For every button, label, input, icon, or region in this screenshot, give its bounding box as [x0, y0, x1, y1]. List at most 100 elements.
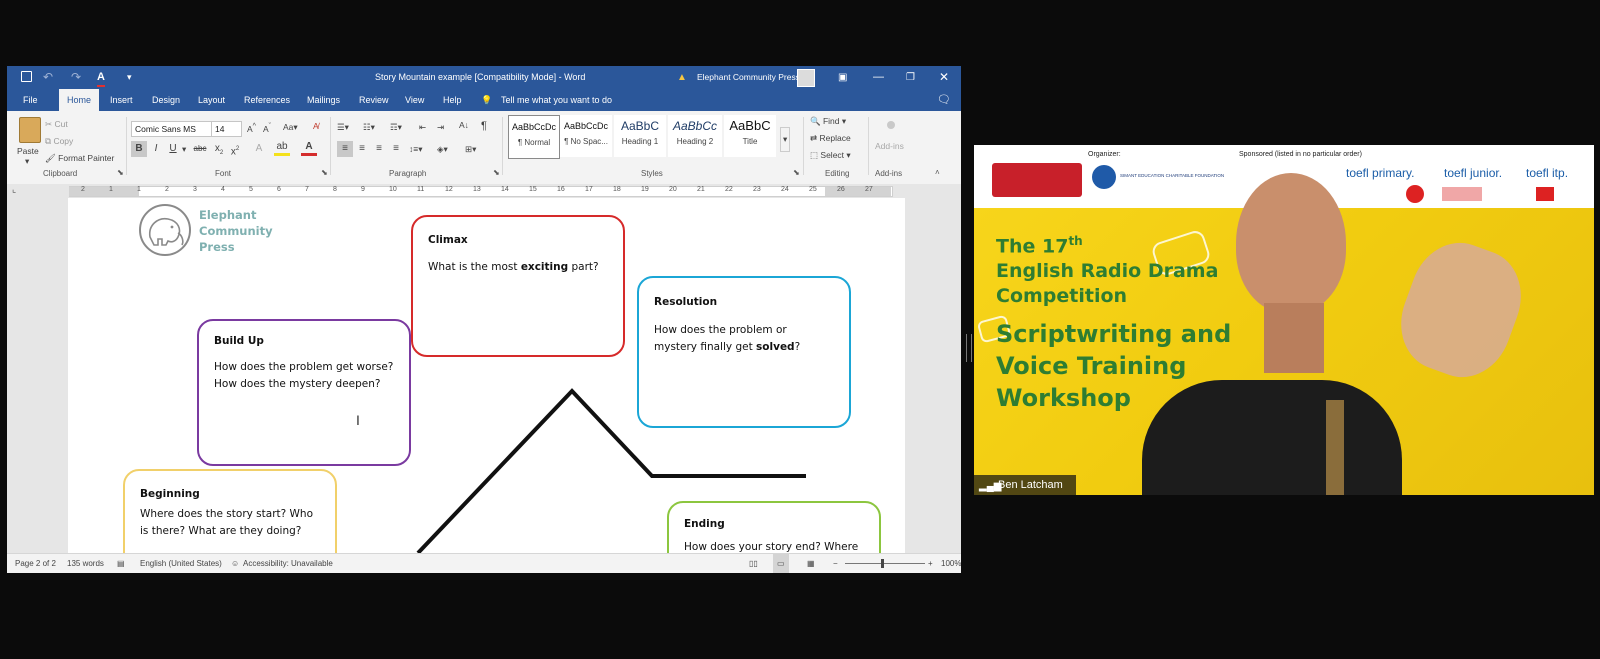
minimize-icon[interactable]: —: [873, 66, 884, 89]
zoom-in-icon[interactable]: +: [928, 554, 933, 573]
align-right-icon[interactable]: ≡: [371, 141, 387, 157]
sort-icon[interactable]: A↓: [459, 120, 469, 130]
paste-icon[interactable]: [19, 117, 41, 143]
find-button[interactable]: 🔍 Find ▾: [810, 116, 846, 127]
document-area[interactable]: Elephant Community Press Climax What is …: [7, 198, 961, 553]
multilevel-list-icon[interactable]: ☶▾: [390, 122, 402, 133]
bold-icon[interactable]: B: [131, 141, 147, 157]
zoom-slider[interactable]: [845, 563, 925, 564]
numbering-icon[interactable]: ☷▾: [363, 122, 375, 133]
zoom-out-icon[interactable]: −: [833, 554, 838, 573]
tab-view[interactable]: View: [405, 89, 424, 111]
style-normal[interactable]: AaBbCcDc ¶ Normal: [508, 115, 560, 159]
document-page[interactable]: Elephant Community Press Climax What is …: [68, 198, 905, 553]
tab-design[interactable]: Design: [152, 89, 180, 111]
web-layout-icon[interactable]: ▦: [807, 554, 815, 573]
tab-review[interactable]: Review: [359, 89, 389, 111]
account-name[interactable]: Elephant Community Press: [697, 66, 800, 89]
tab-help[interactable]: Help: [443, 89, 462, 111]
tell-me-search[interactable]: Tell me what you want to do: [501, 89, 612, 111]
comments-icon[interactable]: 🗨: [937, 89, 951, 111]
collapse-ribbon-icon[interactable]: ˄: [935, 168, 940, 177]
tab-home[interactable]: Home: [59, 89, 100, 111]
save-icon[interactable]: [21, 71, 32, 82]
clear-formatting-icon[interactable]: A̸: [313, 121, 319, 131]
customize-qat-icon[interactable]: ▾: [127, 66, 132, 89]
workshop-line: Scriptwriting and: [996, 320, 1232, 348]
climax-heading: Climax: [428, 234, 468, 246]
undo-icon[interactable]: ↶: [43, 66, 53, 89]
avatar[interactable]: [797, 69, 815, 87]
paste-button[interactable]: Paste: [17, 146, 39, 156]
page-count[interactable]: Page 2 of 2: [15, 554, 56, 573]
highlight-icon[interactable]: ab: [274, 141, 290, 156]
clipboard-launcher-icon[interactable]: ⬊: [117, 168, 124, 177]
tab-layout[interactable]: Layout: [198, 89, 225, 111]
align-center-icon[interactable]: ≡: [354, 141, 370, 157]
print-layout-icon[interactable]: ▭: [773, 554, 789, 573]
font-size-dropdown[interactable]: 14: [211, 121, 242, 137]
justify-icon[interactable]: ≡: [388, 141, 404, 157]
increase-indent-icon[interactable]: ⇥: [437, 122, 444, 133]
bullets-icon[interactable]: ☰▾: [337, 122, 349, 133]
tab-references[interactable]: References: [244, 89, 290, 111]
proofing-icon[interactable]: ▤: [117, 554, 125, 573]
line-spacing-icon[interactable]: ↕≡▾: [409, 144, 422, 155]
style-title[interactable]: AaBbC Title: [724, 115, 776, 157]
style-heading-1[interactable]: AaBbC Heading 1: [614, 115, 666, 157]
horizontal-ruler[interactable]: ⌞ 2 1 1 2 3 4 5 6 7 8 9 10 11 12 13 14 15 16 17 18 19 20 21 22 2…: [7, 184, 961, 198]
font-color-icon[interactable]: A: [301, 141, 317, 156]
presenter-tie: [1326, 400, 1344, 495]
language[interactable]: English (United States): [140, 554, 222, 573]
style-no-spacing[interactable]: AaBbCcDc ¶ No Spac...: [560, 115, 612, 157]
styles-launcher-icon[interactable]: ⬊: [793, 168, 800, 177]
subscript-icon[interactable]: x2: [211, 141, 227, 157]
italic-icon[interactable]: I: [148, 141, 164, 157]
styles-more-icon[interactable]: ▾: [780, 127, 791, 152]
addins-icon[interactable]: [887, 121, 895, 129]
tab-file[interactable]: File: [23, 89, 38, 111]
ruler-number: 15: [529, 186, 537, 193]
word-count[interactable]: 135 words: [67, 554, 104, 573]
underline-icon[interactable]: U: [165, 141, 181, 157]
copy-button[interactable]: ⧉ Copy: [45, 136, 73, 147]
shrink-font-icon[interactable]: Aˇ: [263, 122, 271, 134]
ruler-number: 5: [249, 186, 253, 193]
font-color-quick-icon[interactable]: A: [97, 69, 105, 87]
read-mode-icon[interactable]: ▯▯: [749, 554, 758, 573]
style-heading-2[interactable]: AaBbCc Heading 2: [668, 115, 722, 157]
tab-selector-icon[interactable]: ⌞: [12, 184, 16, 195]
tab-mailings[interactable]: Mailings: [307, 89, 340, 111]
paste-dropdown-icon[interactable]: ▾: [25, 156, 29, 167]
change-case-icon[interactable]: Aa▾: [283, 122, 298, 133]
text-line: How does your story end? Where: [684, 541, 859, 553]
underline-dropdown-icon[interactable]: ▾: [182, 144, 186, 155]
zoom-level[interactable]: 100%: [941, 554, 961, 573]
show-marks-icon[interactable]: ¶: [481, 120, 487, 132]
borders-icon[interactable]: ⊞▾: [465, 144, 476, 155]
addins-button[interactable]: Add-ins: [875, 141, 904, 151]
decrease-indent-icon[interactable]: ⇤: [419, 122, 426, 133]
select-button[interactable]: ⬚ Select ▾: [810, 150, 851, 161]
superscript-icon[interactable]: x2: [227, 141, 243, 157]
ribbon-display-icon[interactable]: ▣: [838, 66, 847, 89]
build-up-heading: Build Up: [214, 335, 264, 347]
accessibility-status[interactable]: Accessibility: Unavailable: [243, 554, 333, 573]
shading-icon[interactable]: ◈▾: [437, 144, 448, 155]
close-icon[interactable]: ✕: [939, 66, 949, 89]
redo-icon[interactable]: ↷: [71, 66, 81, 89]
grow-font-icon[interactable]: A^: [247, 122, 256, 134]
replace-button[interactable]: ⇄ Replace: [810, 133, 851, 144]
format-painter-button[interactable]: 🖌 Format Painter: [45, 153, 114, 164]
text-effects-icon[interactable]: A: [251, 141, 267, 157]
font-name-dropdown[interactable]: Comic Sans MS: [131, 121, 212, 137]
align-left-icon[interactable]: ≡: [337, 141, 353, 157]
tab-insert[interactable]: Insert: [110, 89, 133, 111]
restore-icon[interactable]: ❐: [906, 66, 915, 89]
font-launcher-icon[interactable]: ⬊: [321, 168, 328, 177]
strikethrough-icon[interactable]: abc: [192, 141, 208, 157]
zoom-slider-thumb[interactable]: [881, 559, 884, 568]
cut-button[interactable]: ✂ Cut: [45, 119, 68, 130]
split-handle[interactable]: [966, 334, 972, 362]
paragraph-launcher-icon[interactable]: ⬊: [493, 168, 500, 177]
